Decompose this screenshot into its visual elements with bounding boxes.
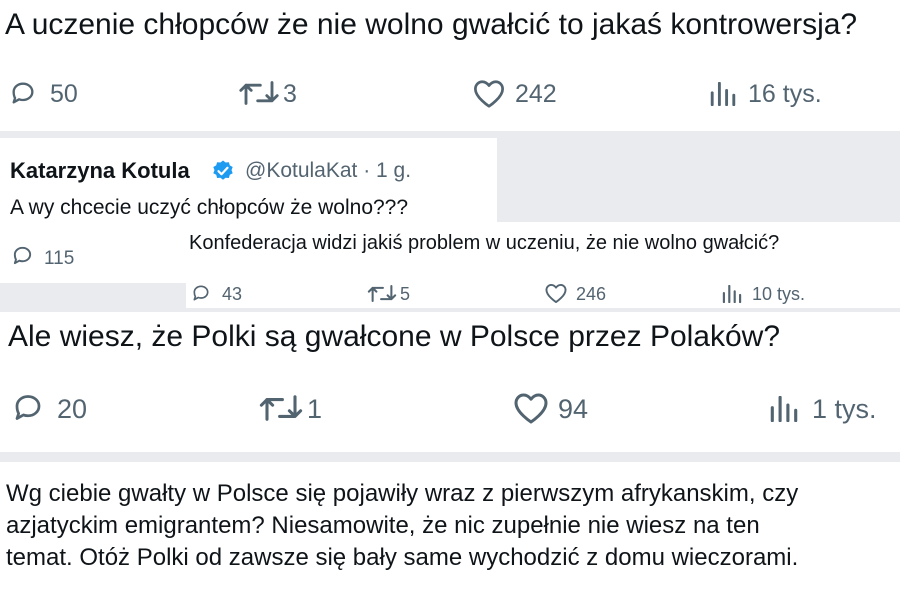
repost-icon[interactable] [238,80,280,106]
post-text-line: azjatyckim emigrantem? Niesamowite, że n… [6,512,760,539]
views-icon[interactable] [708,82,738,106]
post-card-1: A uczenie chłopców że nie wolno gwałcić … [0,0,900,131]
reply-count: 50 [50,80,78,108]
reply-icon[interactable] [190,283,212,303]
reply-icon[interactable] [10,391,46,424]
view-count: 10 tys. [752,284,806,304]
verified-badge-icon [211,159,235,183]
reply-count: 115 [44,248,75,269]
reply-count: 20 [57,394,88,424]
post-text: Ale wiesz, że Polki są gwałcone w Polsce… [8,320,781,353]
view-count: 1 tys. [812,394,877,424]
repost-count: 1 [307,394,323,424]
author-handle-time[interactable]: @KotulaKat · 1 g. [245,159,411,183]
like-count: 242 [515,80,557,108]
author-name[interactable]: Katarzyna Kotula [10,158,190,184]
post-text-line: Wg ciebie gwałty w Polsce się pojawiły w… [6,480,799,507]
like-icon[interactable] [544,283,568,304]
post-card-5: Wg ciebie gwałty w Polsce się pojawiły w… [0,462,900,591]
post-text: Konfederacja widzi jakiś problem w uczen… [189,232,780,254]
like-count: 94 [558,394,589,424]
post-text-line: temat. Otóż Polki od zawsze się bały sam… [6,544,799,571]
post-card-3: Konfederacja widzi jakiś problem w uczen… [186,222,900,308]
reply-icon[interactable] [8,79,38,107]
like-count: 246 [576,284,607,304]
reply-count: 43 [222,284,243,304]
post-card-4: Ale wiesz, że Polki są gwałcone w Polsce… [0,312,900,452]
repost-count: 5 [400,284,411,304]
post-text: A wy chcecie uczyć chłopców że wolno??? [10,196,409,219]
like-icon[interactable] [512,392,550,425]
reply-icon[interactable] [10,244,35,267]
views-icon[interactable] [721,285,743,303]
repost-icon[interactable] [367,284,397,303]
view-count: 16 tys. [748,80,822,108]
repost-icon[interactable] [258,394,304,422]
like-icon[interactable] [472,79,506,109]
views-icon[interactable] [768,396,800,422]
post-text: A uczenie chłopców że nie wolno gwałcić … [5,8,858,41]
repost-count: 3 [283,80,297,108]
